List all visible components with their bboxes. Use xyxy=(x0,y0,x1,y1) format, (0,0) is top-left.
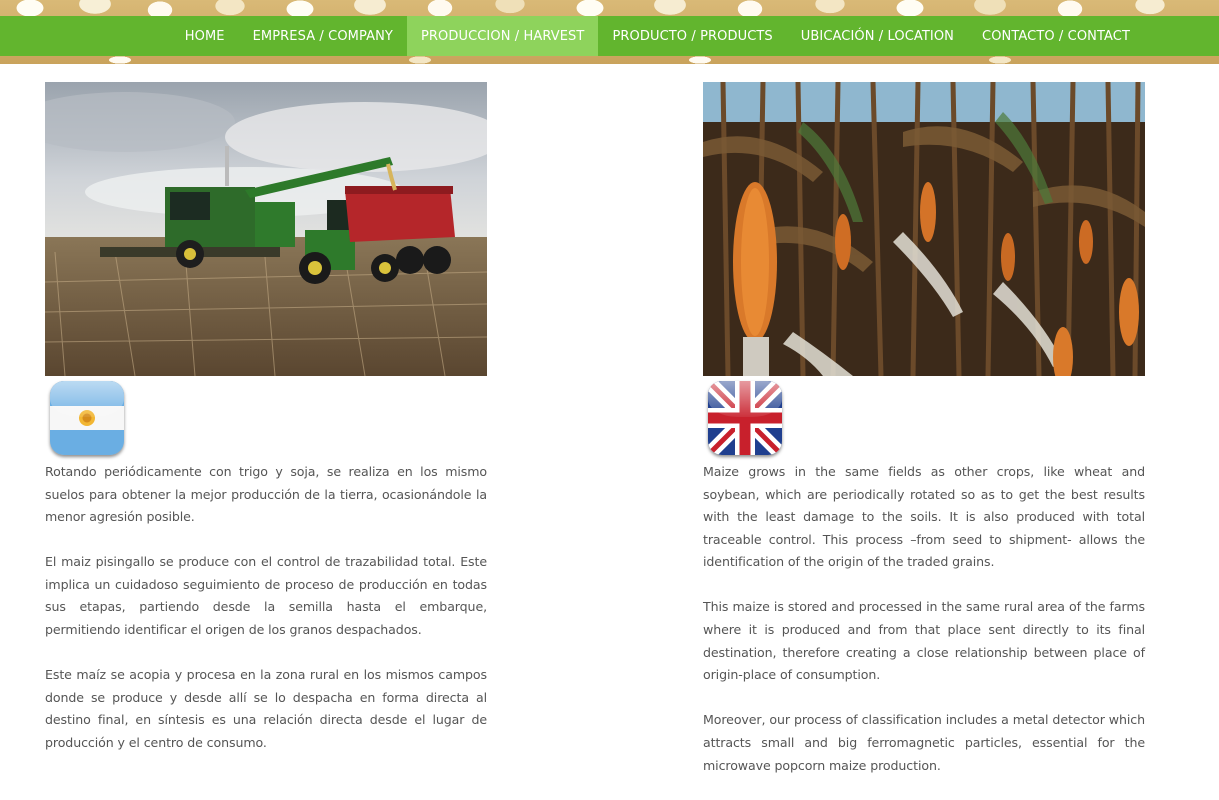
nav-item-harvest[interactable]: PRODUCCION / HARVEST xyxy=(406,16,599,56)
paragraph: Maize grows in the same fields as other … xyxy=(703,464,1145,570)
nav-item-home[interactable]: HOME xyxy=(171,16,239,56)
nav-item-company[interactable]: EMPRESA / COMPANY xyxy=(239,16,407,56)
paragraph: Moreover, our process of classification … xyxy=(703,712,1145,773)
paragraph: El maiz pisingallo se produce con el con… xyxy=(45,554,487,638)
nav-item-products[interactable]: PRODUCTO / PRODUCTS xyxy=(598,16,786,56)
paragraph: Rotando periódicamente con trigo y soja,… xyxy=(45,464,487,525)
nav-item-contact[interactable]: CONTACTO / CONTACT xyxy=(968,16,1144,56)
paragraph: Este maíz se acopia y procesa en la zona… xyxy=(45,667,487,750)
spanish-content-column: Rotando periódicamente con trigo y soja,… xyxy=(45,82,487,777)
argentina-flag-icon[interactable] xyxy=(50,381,124,455)
main-navigation: HOME EMPRESA / COMPANY PRODUCCION / HARV… xyxy=(0,16,1219,56)
united-kingdom-flag-icon[interactable] xyxy=(708,381,782,455)
paragraph: This maize is stored and processed in th… xyxy=(703,599,1145,683)
nav-menu: HOME EMPRESA / COMPANY PRODUCCION / HARV… xyxy=(171,16,1144,56)
popcorn-maize-field-photo xyxy=(703,82,1145,376)
spanish-text: Rotando periódicamente con trigo y soja,… xyxy=(45,461,487,755)
english-text: Maize grows in the same fields as other … xyxy=(703,461,1145,777)
english-content-column: Maize grows in the same fields as other … xyxy=(703,82,1145,800)
combine-harvester-photo xyxy=(45,82,487,376)
nav-item-location[interactable]: UBICACIÓN / LOCATION xyxy=(787,16,968,56)
